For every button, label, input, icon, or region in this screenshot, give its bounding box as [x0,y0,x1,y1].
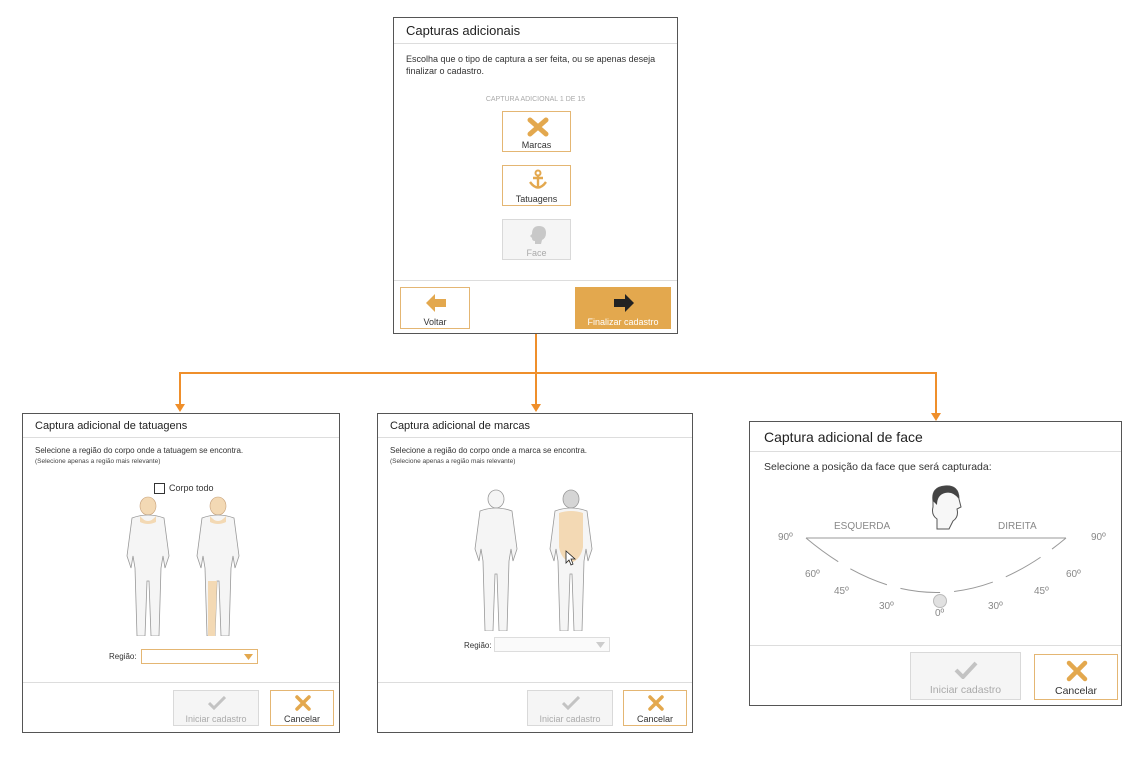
cancel-button[interactable]: Cancelar [1034,654,1118,700]
region-label: Região: [464,641,492,650]
x-marks-icon [527,117,549,137]
start-registration-label: Iniciar cadastro [539,714,601,724]
angle-left-30[interactable]: 30º [879,601,894,612]
cancel-label: Cancelar [1054,685,1098,697]
connector-bar [179,372,937,374]
angle-right-60[interactable]: 60º [1066,569,1081,580]
region-select[interactable] [141,649,258,664]
capture-counter: CAPTURA ADICIONAL 1 DE 15 [485,96,586,103]
back-button[interactable]: Voltar [400,287,470,329]
connector-left [179,372,181,404]
angle-right-45[interactable]: 45º [1034,586,1049,597]
body-front-figure [474,489,518,631]
back-button-label: Voltar [423,317,447,327]
tattoos-option-button[interactable]: Tatuagens [502,165,571,206]
window-title: Capturas adicionais [394,18,677,44]
connector-trunk [535,334,537,374]
window-description: Escolha que o tipo de captura a ser feit… [406,54,656,76]
marks-capture-window: Captura adicional de marcas Selecione a … [377,413,693,733]
footer-divider [23,682,339,683]
window-title: Captura adicional de face [750,422,1121,452]
connector-right-arrow [931,413,941,421]
body-back-figure [196,496,240,636]
close-icon [1066,660,1088,682]
marks-option-button[interactable]: Marcas [502,111,571,152]
body-diagram[interactable] [463,489,603,631]
region-label: Região: [109,652,137,661]
body-front-figure [126,496,170,636]
start-registration-label: Iniciar cadastro [929,684,1002,696]
body-diagram[interactable] [115,496,255,636]
footer-divider [378,682,692,683]
whole-body-label: Corpo todo [169,483,214,493]
window-hint: (Selecione apenas a região mais relevant… [390,458,516,465]
angle-right-90[interactable]: 90º [1091,532,1106,543]
window-description: Selecione a posição da face que será cap… [764,461,992,473]
start-registration-button[interactable]: Iniciar cadastro [910,652,1021,700]
cancel-button[interactable]: Cancelar [623,690,687,726]
angle-center-selector[interactable] [933,594,947,608]
arrow-left-icon [426,294,446,312]
window-title: Captura adicional de tatuagens [23,414,339,438]
tattoo-capture-window: Captura adicional de tatuagens Selecione… [22,413,340,733]
face-option-label: Face [526,248,547,258]
window-description: Selecione a região do corpo onde a marca… [390,446,588,455]
window-hint: (Selecione apenas a região mais relevant… [35,458,161,465]
start-registration-button[interactable]: Iniciar cadastro [173,690,259,726]
angle-center-0[interactable]: 0º [935,608,944,619]
cancel-label: Cancelar [636,714,674,724]
footer-divider [394,280,677,281]
angle-left-60[interactable]: 60º [805,569,820,580]
checkmark-icon [208,696,226,710]
connector-center [535,372,537,404]
angle-right-30[interactable]: 30º [988,601,1003,612]
connector-left-arrow [175,404,185,412]
tattoos-option-label: Tatuagens [515,194,558,204]
finish-registration-button[interactable]: Finalizar cadastro [575,287,671,329]
footer-divider [750,645,1121,646]
face-option-button[interactable]: Face [502,219,571,260]
checkmark-icon [954,661,978,679]
cancel-label: Cancelar [283,714,321,724]
marks-option-label: Marcas [521,140,552,150]
start-registration-button[interactable]: Iniciar cadastro [527,690,613,726]
chevron-down-icon [596,642,605,648]
close-icon [648,695,664,711]
checkmark-icon [562,696,580,710]
head-icon [530,226,546,244]
additional-captures-window: Capturas adicionais Escolha que o tipo d… [393,17,678,334]
cancel-button[interactable]: Cancelar [270,690,334,726]
start-registration-label: Iniciar cadastro [185,714,247,724]
region-select[interactable] [494,637,610,652]
face-capture-window: Captura adicional de face Selecione a po… [749,421,1122,706]
close-icon [295,695,311,711]
angle-left-90[interactable]: 90º [778,532,793,543]
chevron-down-icon [244,654,253,660]
angle-left-45[interactable]: 45º [834,586,849,597]
window-title: Captura adicional de marcas [378,414,692,438]
arrow-right-icon [614,294,634,312]
anchor-icon [529,169,547,189]
connector-center-arrow [531,404,541,412]
window-description: Selecione a região do corpo onde a tatua… [35,446,244,455]
finish-registration-label: Finalizar cadastro [587,317,659,327]
connector-right [935,372,937,414]
whole-body-checkbox[interactable] [154,483,165,494]
